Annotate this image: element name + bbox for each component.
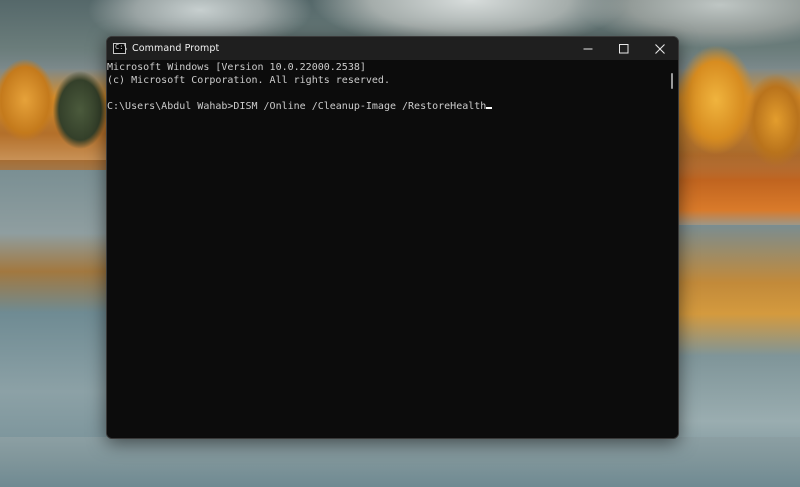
title-bar[interactable]: C:\ Command Prompt <box>107 37 678 60</box>
maximize-button[interactable] <box>606 37 642 60</box>
maximize-icon <box>619 43 629 53</box>
wallpaper-trees-right <box>676 30 800 230</box>
minimize-button[interactable] <box>570 37 606 60</box>
wallpaper-trees-left <box>0 30 110 160</box>
console-line-version: Microsoft Windows [Version 10.0.22000.25… <box>107 62 366 73</box>
console-prompt-command: C:\Users\Abdul Wahab>DISM /Online /Clean… <box>107 101 487 112</box>
wallpaper-lake-bottom <box>0 437 800 487</box>
close-icon <box>655 43 665 54</box>
minimize-icon <box>583 48 593 49</box>
console-line-copyright: (c) Microsoft Corporation. All rights re… <box>107 75 390 86</box>
window-controls <box>570 37 678 60</box>
console-command-line[interactable]: C:\Users\Abdul Wahab>DISM /Online /Clean… <box>107 100 678 113</box>
cmd-icon[interactable]: C:\ <box>113 43 128 54</box>
close-button[interactable] <box>642 37 678 60</box>
cmd-icon-glyph: C:\ <box>115 43 128 51</box>
console-output[interactable]: Microsoft Windows [Version 10.0.22000.25… <box>107 60 678 438</box>
text-cursor <box>486 107 493 109</box>
window-title: Command Prompt <box>132 43 220 54</box>
command-prompt-window[interactable]: C:\ Command Prompt Microsoft Windows [Ve… <box>106 36 679 439</box>
scrollbar-thumb[interactable] <box>671 73 673 89</box>
desktop-wallpaper: C:\ Command Prompt Microsoft Windows [Ve… <box>0 0 800 487</box>
